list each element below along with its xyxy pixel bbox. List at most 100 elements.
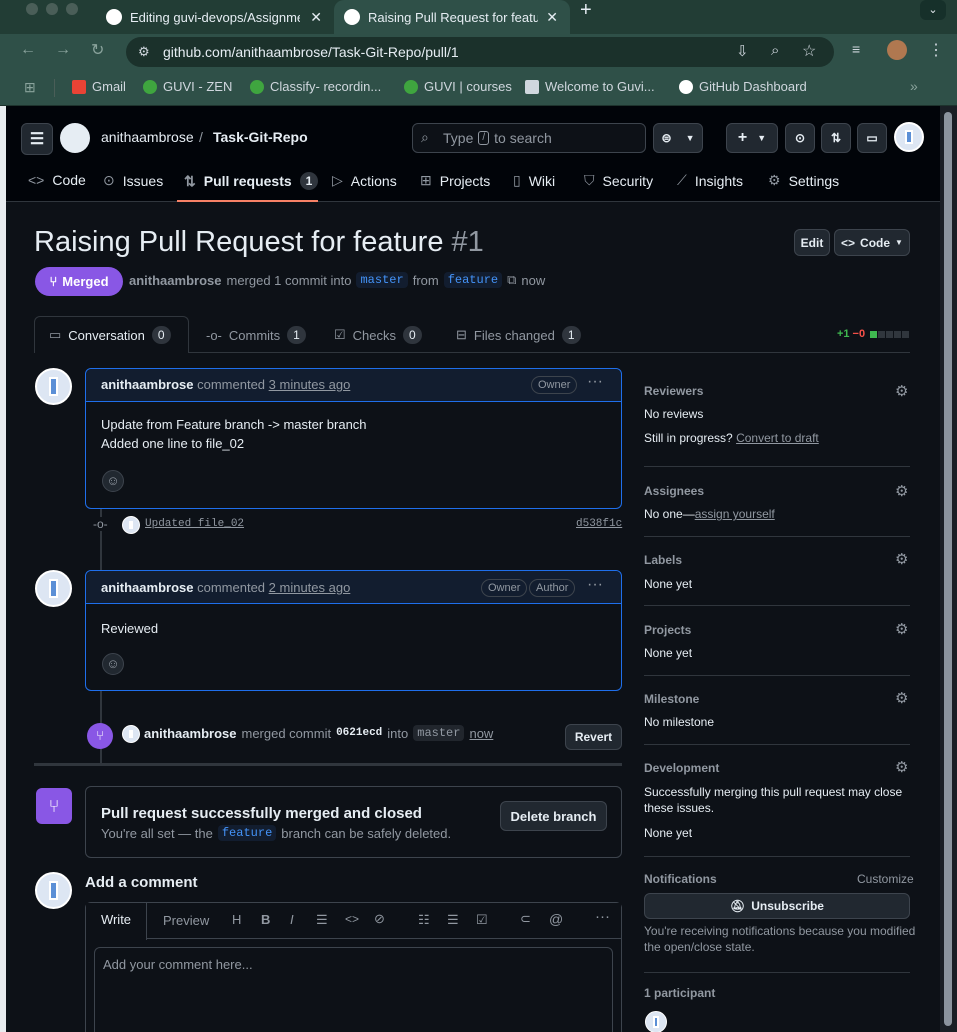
tab-search-chevron-icon[interactable]: ⌄ xyxy=(920,0,946,20)
tab-projects[interactable]: ⊞ Projects xyxy=(420,172,490,189)
issues-shortcut-button[interactable]: ⊙ xyxy=(785,123,815,153)
tab-commits[interactable]: -o- Commits 1 xyxy=(206,326,306,344)
close-tab-icon[interactable]: ✕ xyxy=(546,9,558,26)
tab-actions[interactable]: ▷ Actions xyxy=(332,172,397,189)
reviewers-heading[interactable]: Reviewers xyxy=(644,384,703,398)
comment-textarea[interactable]: Add your comment here... xyxy=(94,947,613,1032)
base-branch[interactable]: master xyxy=(413,725,465,741)
commit-author-avatar[interactable] xyxy=(122,516,140,534)
head-branch[interactable]: feature xyxy=(217,825,277,841)
attachment-icon[interactable]: ⊂ xyxy=(520,911,531,927)
pulls-shortcut-button[interactable]: ⇅ xyxy=(821,123,851,153)
comment-author-avatar[interactable] xyxy=(35,368,72,405)
bookmark-github-dashboard[interactable]: GitHub Dashboard xyxy=(679,79,807,94)
commit-message-link[interactable]: Updated file_02 xyxy=(145,518,244,530)
apps-grid-icon[interactable]: ⊞ xyxy=(24,79,36,96)
back-arrow-icon[interactable]: ← xyxy=(20,41,36,59)
milestone-gear-icon[interactable]: ⚙ xyxy=(895,689,911,707)
zoom-icon[interactable]: ⌕ xyxy=(771,42,779,59)
merger-link[interactable]: anithaambrose xyxy=(144,726,236,741)
unordered-list-icon[interactable]: ☰ xyxy=(447,912,459,928)
browser-tab-2[interactable]: Raising Pull Request for featu ✕ xyxy=(334,0,570,34)
user-avatar[interactable] xyxy=(894,122,924,152)
github-logo-icon[interactable] xyxy=(60,123,90,153)
close-window-button[interactable] xyxy=(26,3,38,15)
scrollbar-thumb[interactable] xyxy=(944,112,952,1026)
projects-heading[interactable]: Projects xyxy=(644,623,691,637)
maximize-window-button[interactable] xyxy=(66,3,78,15)
preview-tab[interactable]: Preview xyxy=(163,913,209,928)
write-tab[interactable]: Write xyxy=(86,903,147,940)
tab-insights[interactable]: ⟋ Insights xyxy=(677,172,743,189)
pr-author-link[interactable]: anithaambrose xyxy=(129,273,221,288)
minimize-window-button[interactable] xyxy=(46,3,58,15)
tab-security[interactable]: ⛉ Security xyxy=(584,172,653,189)
labels-heading[interactable]: Labels xyxy=(644,553,682,567)
head-branch[interactable]: feature xyxy=(443,272,503,288)
bookmark-classify[interactable]: Classify- recordin... xyxy=(250,79,381,94)
install-app-icon[interactable]: ⇩ xyxy=(736,42,749,60)
more-bookmarks-icon[interactable]: » xyxy=(910,78,918,94)
add-reaction-smiley-icon[interactable]: ☺ xyxy=(102,470,124,492)
reload-icon[interactable]: ↻ xyxy=(91,40,104,60)
copy-icon[interactable]: ⧉ xyxy=(507,272,516,288)
comment-author-link[interactable]: anithaambrose xyxy=(101,580,193,595)
unsubscribe-button[interactable]: 🔕︎ Unsubscribe xyxy=(644,893,910,919)
media-controls-icon[interactable]: ≡ xyxy=(852,41,860,57)
more-options-icon[interactable]: ··· xyxy=(595,908,610,925)
link-icon[interactable]: ⊘ xyxy=(374,911,385,927)
browser-tab-1[interactable]: Editing guvi-devops/Assignme ✕ xyxy=(96,0,332,34)
tab-conversation[interactable]: ▭ Conversation 0 xyxy=(34,316,189,353)
forward-arrow-icon[interactable]: → xyxy=(55,41,71,59)
inbox-button[interactable]: ▭ xyxy=(857,123,887,153)
copilot-button[interactable]: ⊜ ▼ xyxy=(653,123,703,153)
base-branch[interactable]: master xyxy=(356,272,408,288)
comment-author-avatar[interactable] xyxy=(35,570,72,607)
heading-icon[interactable]: H xyxy=(232,912,241,927)
comment-author-link[interactable]: anithaambrose xyxy=(101,377,193,392)
new-tab-button[interactable]: + xyxy=(580,0,592,22)
bold-icon[interactable]: B xyxy=(261,912,270,927)
tab-files-changed[interactable]: ⊟ Files changed 1 xyxy=(456,326,581,344)
address-bar[interactable]: ⚙ github.com/anithaambrose/Task-Git-Repo… xyxy=(126,37,834,67)
tab-wiki[interactable]: ▯ Wiki xyxy=(513,172,555,189)
customize-link[interactable]: Customize xyxy=(857,872,914,886)
profile-avatar[interactable] xyxy=(887,40,907,60)
merge-time-link[interactable]: now xyxy=(469,726,493,741)
bookmark-guvi-courses[interactable]: GUVI | courses xyxy=(404,79,512,94)
hamburger-menu-button[interactable]: ☰ xyxy=(21,123,53,155)
revert-button[interactable]: Revert xyxy=(565,724,622,750)
add-reaction-smiley-icon[interactable]: ☺ xyxy=(102,653,124,675)
comment-options-icon[interactable]: ··· xyxy=(587,373,603,391)
delete-branch-button[interactable]: Delete branch xyxy=(500,801,607,831)
bookmark-guvi-zen[interactable]: GUVI - ZEN xyxy=(143,79,232,94)
assignees-gear-icon[interactable]: ⚙ xyxy=(895,482,911,500)
comment-time-link[interactable]: 2 minutes ago xyxy=(269,580,351,595)
development-heading[interactable]: Development xyxy=(644,761,719,775)
edit-title-button[interactable]: Edit xyxy=(794,229,830,256)
labels-gear-icon[interactable]: ⚙ xyxy=(895,550,911,568)
commit-sha-link[interactable]: d538f1c xyxy=(576,518,622,530)
search-input[interactable]: ⌕ Type / to search xyxy=(412,123,646,153)
bookmark-star-icon[interactable]: ☆ xyxy=(802,41,816,61)
reviewers-gear-icon[interactable]: ⚙ xyxy=(895,382,911,400)
assignees-heading[interactable]: Assignees xyxy=(644,484,704,498)
bookmark-welcome-guvi[interactable]: Welcome to Guvi... xyxy=(525,79,655,94)
merger-avatar[interactable] xyxy=(122,725,140,743)
participant-avatar[interactable] xyxy=(645,1011,667,1032)
milestone-heading[interactable]: Milestone xyxy=(644,692,699,706)
create-new-button[interactable]: + ▼ xyxy=(726,123,778,153)
browser-menu-icon[interactable]: ⋮ xyxy=(928,40,944,60)
mention-icon[interactable]: @ xyxy=(549,911,563,927)
tab-code[interactable]: <> Code xyxy=(28,172,86,188)
development-gear-icon[interactable]: ⚙ xyxy=(895,758,911,776)
ordered-list-icon[interactable]: ☷ xyxy=(418,912,430,928)
bookmark-gmail[interactable]: Gmail xyxy=(72,79,126,94)
tab-settings[interactable]: ⚙ Settings xyxy=(768,172,839,189)
assign-yourself-link[interactable]: assign yourself xyxy=(695,507,775,521)
repo-owner-link[interactable]: anithaambrose xyxy=(101,129,194,145)
italic-icon[interactable]: I xyxy=(290,912,294,927)
code-dropdown-button[interactable]: <> Code ▼ xyxy=(834,229,910,256)
tab-pull-requests[interactable]: ⇅ Pull requests 1 xyxy=(184,172,319,190)
projects-gear-icon[interactable]: ⚙ xyxy=(895,620,911,638)
